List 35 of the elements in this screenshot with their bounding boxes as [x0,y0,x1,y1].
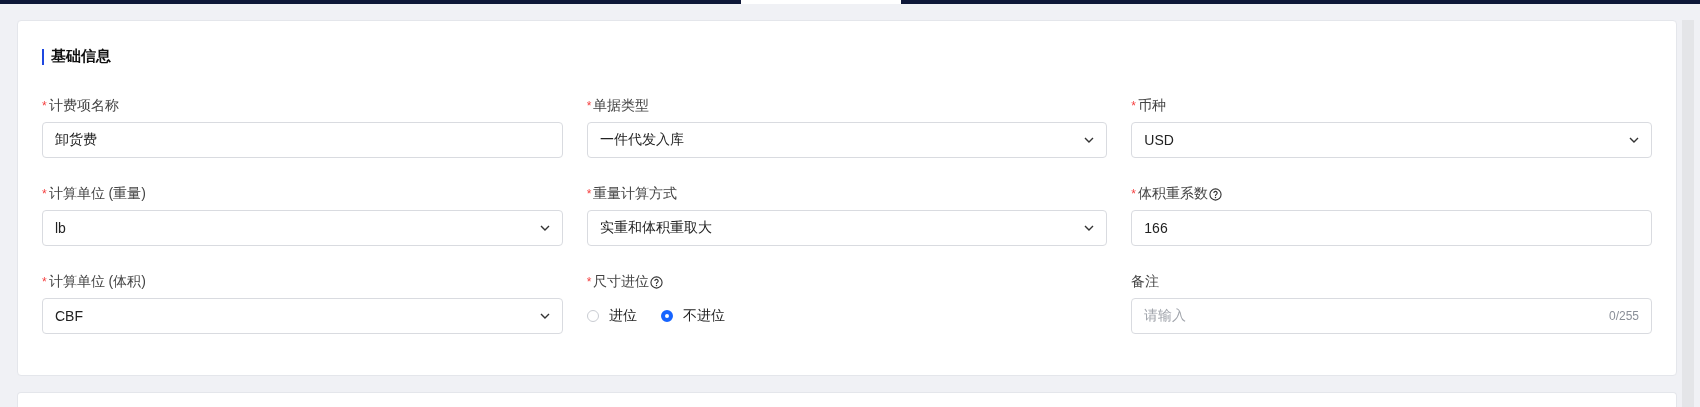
chevron-down-icon [1084,225,1095,231]
select-field[interactable]: lb [42,210,563,246]
required-mark: * [586,275,592,289]
section-title: 基础信息 [51,47,111,66]
field-label: 重量计算方式 [593,185,678,203]
field-label: 计算单位 (重量) [48,185,146,203]
chevron-down-icon [539,313,550,319]
field-label: 单据类型 [593,97,650,115]
help-icon[interactable] [650,275,664,289]
help-icon[interactable] [1209,187,1222,201]
field-label: 计费项名称 [48,97,119,115]
chevron-down-icon [1084,137,1095,143]
field-label: 计算单位 (体积) [48,273,146,291]
text-field[interactable]: 卸货费 [42,122,563,158]
required-mark: * [586,99,592,113]
field-label: 备注 [1131,273,1160,291]
required-mark: * [42,275,47,289]
field-label: 尺寸进位 [593,273,650,291]
required-mark: * [1131,99,1136,113]
required-mark: * [586,187,592,201]
text-field[interactable]: 166 [1131,210,1652,246]
required-mark: * [1131,187,1136,201]
required-mark: * [42,187,47,201]
select-field[interactable]: CBF [42,298,563,334]
required-mark: * [42,99,47,113]
accent-bar [42,48,44,65]
select-field[interactable]: USD [1131,122,1652,158]
select-field[interactable]: 实重和体积重取大 [586,210,1108,246]
field-label: 体积重系数 [1138,185,1208,203]
radio-option[interactable]: 不进位 [660,307,725,325]
chevron-down-icon [1629,137,1639,143]
radio-option[interactable]: 进位 [586,307,637,325]
select-field[interactable]: 一件代发入库 [586,122,1108,158]
field-label: 币种 [1138,97,1166,115]
chevron-down-icon [539,225,550,231]
